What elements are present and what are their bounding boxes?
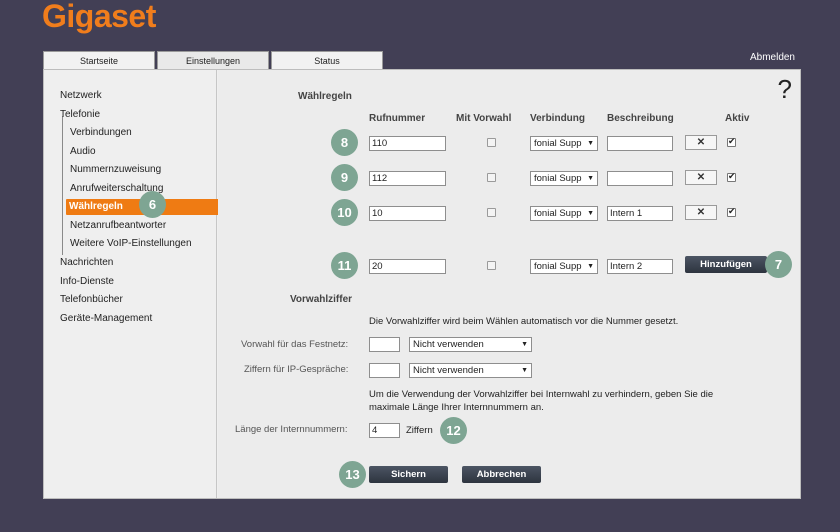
rule-1-active-checkbox[interactable] <box>727 136 736 147</box>
rule-1-prefix-checkbox[interactable] <box>487 138 496 147</box>
rule-3-connection-select[interactable]: fonial Supp ▼ <box>530 206 598 221</box>
rule-2-number-input[interactable]: 112 <box>369 171 446 186</box>
callout-10: 10 <box>331 199 358 226</box>
chevron-down-icon: ▼ <box>587 263 594 270</box>
callout-9: 9 <box>331 164 358 191</box>
new-rule-connection-select[interactable]: fonial Supp ▼ <box>530 259 598 274</box>
chevron-down-icon: ▼ <box>521 341 528 348</box>
cancel-button[interactable]: Abbrechen <box>462 466 541 483</box>
sidebar-item-telefonbuecher[interactable]: Telefonbücher <box>60 294 123 305</box>
column-header-rufnummer: Rufnummer <box>369 113 426 124</box>
internal-length-unit: Ziffern <box>406 425 433 436</box>
internal-length-label: Länge der Internnummern: <box>235 424 348 435</box>
internal-length-input[interactable]: 4 <box>369 423 400 438</box>
sidebar-item-audio[interactable]: Audio <box>70 146 96 157</box>
rule-3-description-input[interactable]: Intern 1 <box>607 206 673 221</box>
section-title-vorwahlziffer: Vorwahlziffer <box>290 294 353 305</box>
main-content: ? Wählregeln Rufnummer Mit Vorwahl Verbi… <box>218 70 800 498</box>
help-icon[interactable]: ? <box>778 74 792 105</box>
rule-1-number-input[interactable]: 110 <box>369 136 446 151</box>
chevron-down-icon: ▼ <box>587 175 594 182</box>
logout-link[interactable]: Abmelden <box>750 52 795 63</box>
landline-prefix-option: Nicht verwenden <box>413 339 484 350</box>
tab-einstellungen[interactable]: Einstellungen <box>157 51 269 71</box>
sidebar-item-telefonie[interactable]: Telefonie <box>60 109 100 120</box>
rule-3-active-checkbox[interactable] <box>727 206 736 217</box>
section-title-waehlregeln: Wählregeln <box>298 91 352 102</box>
internal-info-line-2: maximale Länge Ihrer Internnummern an. <box>369 402 544 413</box>
ip-prefix-input[interactable] <box>369 363 400 378</box>
rule-3-prefix-checkbox[interactable] <box>487 208 496 217</box>
rule-1-delete-button[interactable]: ✕ <box>685 135 717 150</box>
sidebar: Netzwerk Telefonie Verbindungen Audio Nu… <box>44 70 223 498</box>
ip-prefix-select[interactable]: Nicht verwenden ▼ <box>409 363 532 378</box>
callout-12: 12 <box>440 417 467 444</box>
internal-info-line-1: Um die Verwendung der Vorwahlziffer bei … <box>369 389 714 400</box>
new-rule-prefix-checkbox[interactable] <box>487 261 496 270</box>
sidebar-item-verbindungen[interactable]: Verbindungen <box>70 127 132 138</box>
rule-2-connection-value: fonial Supp <box>534 173 582 184</box>
sidebar-item-netzanrufbeantworter[interactable]: Netzanrufbeantworter <box>70 220 166 231</box>
subnav-divider <box>62 116 63 255</box>
landline-prefix-input[interactable] <box>369 337 400 352</box>
settings-panel: Netzwerk Telefonie Verbindungen Audio Nu… <box>43 69 801 499</box>
rule-3-delete-button[interactable]: ✕ <box>685 205 717 220</box>
save-button[interactable]: Sichern <box>369 466 448 483</box>
sidebar-item-weitere-voip[interactable]: Weitere VoIP-Einstellungen <box>70 238 192 249</box>
callout-7: 7 <box>765 251 792 278</box>
column-header-beschreibung: Beschreibung <box>607 113 674 124</box>
column-header-mit-vorwahl: Mit Vorwahl <box>456 113 512 124</box>
sidebar-item-nummernzuweisung[interactable]: Nummernzuweisung <box>70 164 161 175</box>
rule-1-description-input[interactable] <box>607 136 673 151</box>
add-rule-button[interactable]: Hinzufügen <box>685 256 767 273</box>
rule-2-delete-button[interactable]: ✕ <box>685 170 717 185</box>
tab-status[interactable]: Status <box>271 51 383 70</box>
rule-1-connection-select[interactable]: fonial Supp ▼ <box>530 136 598 151</box>
chevron-down-icon: ▼ <box>521 367 528 374</box>
tab-startseite[interactable]: Startseite <box>43 51 155 70</box>
column-header-verbindung: Verbindung <box>530 113 585 124</box>
callout-6: 6 <box>139 191 166 218</box>
gigaset-logo: Gigaset <box>42 0 156 34</box>
new-rule-number-input[interactable]: 20 <box>369 259 446 274</box>
callout-13: 13 <box>339 461 366 488</box>
rule-3-connection-value: fonial Supp <box>534 208 582 219</box>
chevron-down-icon: ▼ <box>587 140 594 147</box>
rule-2-active-checkbox[interactable] <box>727 171 736 182</box>
landline-prefix-label: Vorwahl für das Festnetz: <box>241 339 349 350</box>
rule-2-prefix-checkbox[interactable] <box>487 173 496 182</box>
chevron-down-icon: ▼ <box>587 210 594 217</box>
landline-prefix-select[interactable]: Nicht verwenden ▼ <box>409 337 532 352</box>
sidebar-item-geraete-management[interactable]: Geräte-Management <box>60 313 152 324</box>
rule-3-number-input[interactable]: 10 <box>369 206 446 221</box>
rule-2-description-input[interactable] <box>607 171 673 186</box>
column-header-aktiv: Aktiv <box>725 113 750 124</box>
ip-prefix-option: Nicht verwenden <box>413 365 484 376</box>
sidebar-item-nachrichten[interactable]: Nachrichten <box>60 257 113 268</box>
prefix-info-text: Die Vorwahlziffer wird beim Wählen autom… <box>369 316 679 327</box>
sidebar-item-netzwerk[interactable]: Netzwerk <box>60 90 102 101</box>
new-rule-connection-value: fonial Supp <box>534 261 582 272</box>
new-rule-description-input[interactable]: Intern 2 <box>607 259 673 274</box>
callout-11: 11 <box>331 252 358 279</box>
rule-1-connection-value: fonial Supp <box>534 138 582 149</box>
rule-2-connection-select[interactable]: fonial Supp ▼ <box>530 171 598 186</box>
ip-prefix-label: Ziffern für IP-Gespräche: <box>244 364 349 375</box>
callout-8: 8 <box>331 129 358 156</box>
sidebar-item-info-dienste[interactable]: Info-Dienste <box>60 276 114 287</box>
